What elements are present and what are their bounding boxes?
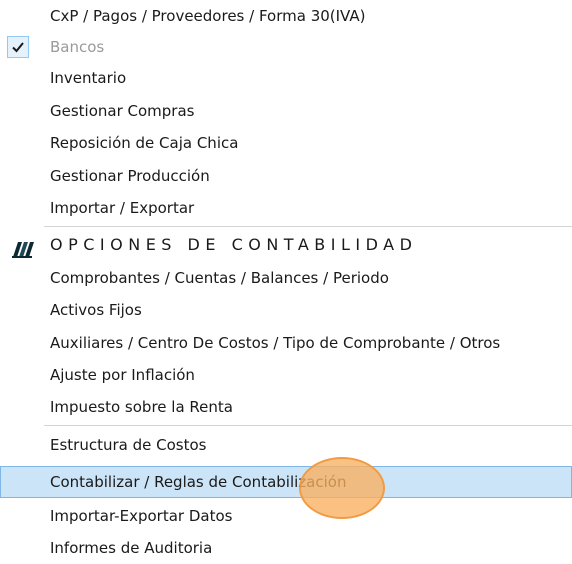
menu-item-reposicion-caja-chica[interactable]: Reposición de Caja Chica — [0, 127, 572, 159]
menu-item-label: Bancos — [50, 38, 105, 56]
menu-item-activos-fijos[interactable]: Activos Fijos — [0, 294, 572, 326]
menu-item-label: Impuesto sobre la Renta — [50, 398, 233, 416]
menu-item-impuesto-renta[interactable]: Impuesto sobre la Renta — [0, 391, 572, 423]
menu-item-cxp-pagos[interactable]: CxP / Pagos / Proveedores / Forma 30(IVA… — [0, 0, 572, 32]
menu-item-label: Gestionar Producción — [50, 167, 210, 185]
menu-item-ajuste-inflacion[interactable]: Ajuste por Inflación — [0, 359, 572, 391]
menu-item-label: Estructura de Costos — [50, 436, 207, 454]
menu-item-label: Gestionar Compras — [50, 102, 195, 120]
menu-item-label: Auxiliares / Centro De Costos / Tipo de … — [50, 334, 501, 352]
menu-item-auxiliares[interactable]: Auxiliares / Centro De Costos / Tipo de … — [0, 327, 572, 359]
menu-item-informes-auditoria[interactable]: Informes de Auditoria — [0, 532, 572, 564]
menu-item-inventario[interactable]: Inventario — [0, 62, 572, 94]
menu-item-gestionar-produccion[interactable]: Gestionar Producción — [0, 160, 572, 192]
menu-item-label: Importar / Exportar — [50, 199, 195, 217]
menu-item-label: Activos Fijos — [50, 301, 142, 319]
menu-item-label: Importar-Exportar Datos — [50, 507, 233, 525]
menu-item-label: Informes de Auditoria — [50, 539, 213, 557]
menu-item-contabilizar[interactable]: Contabilizar / Reglas de Contabilización — [0, 466, 572, 498]
menu-separator — [44, 226, 572, 227]
accounting-books-icon — [11, 237, 37, 258]
menu-separator — [44, 425, 572, 426]
menu-item-importar-exportar-datos[interactable]: Importar-Exportar Datos — [0, 500, 572, 532]
menu-item-label: Comprobantes / Cuentas / Balances / Peri… — [50, 269, 389, 287]
click-indicator — [299, 457, 385, 519]
menu-item-comprobantes[interactable]: Comprobantes / Cuentas / Balances / Peri… — [0, 262, 572, 294]
menu-item-gestionar-compras[interactable]: Gestionar Compras — [0, 95, 572, 127]
menu-item-bancos[interactable]: Bancos — [0, 31, 572, 63]
checkmark-icon — [7, 36, 29, 58]
menu-item-importar-exportar[interactable]: Importar / Exportar — [0, 192, 572, 224]
menu-item-label: Reposición de Caja Chica — [50, 134, 239, 152]
menu-item-label: Ajuste por Inflación — [50, 366, 195, 384]
menu-item-label: CxP / Pagos / Proveedores / Forma 30(IVA… — [50, 7, 366, 25]
menu-item-label: OPCIONES DE CONTABILIDAD — [50, 235, 418, 254]
menu-item-estructura-costos[interactable]: Estructura de Costos — [0, 429, 572, 461]
menu-header-opciones-contabilidad[interactable]: OPCIONES DE CONTABILIDAD — [0, 229, 572, 261]
context-menu: CxP / Pagos / Proveedores / Forma 30(IVA… — [0, 0, 572, 561]
menu-item-label: Inventario — [50, 69, 127, 87]
